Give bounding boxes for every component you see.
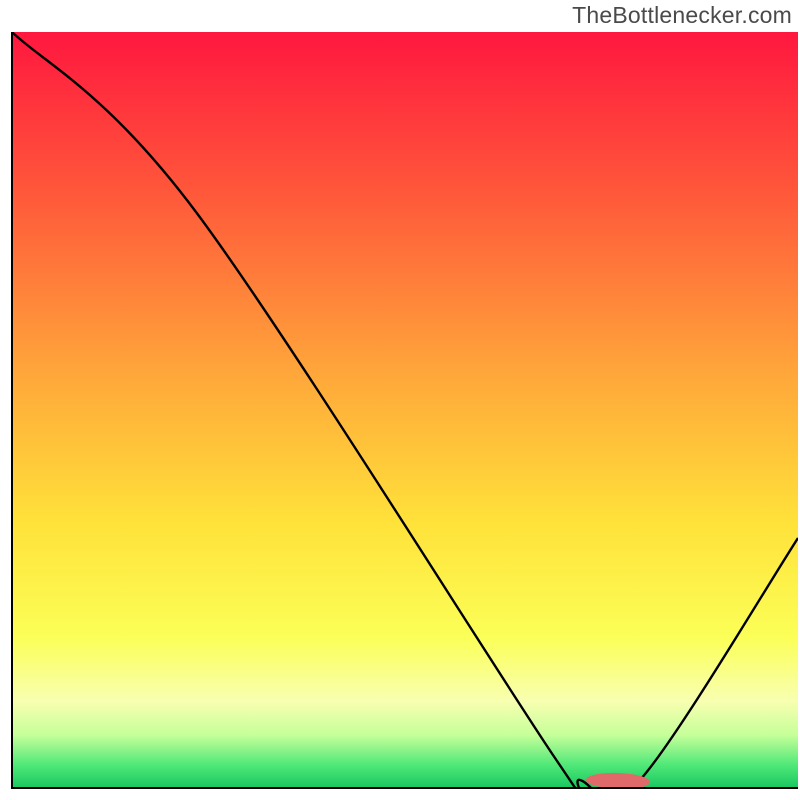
bottleneck-chart <box>0 0 800 800</box>
chart-container: { "watermark": "TheBottlenecker.com", "c… <box>0 0 800 800</box>
gradient-background <box>12 32 798 788</box>
